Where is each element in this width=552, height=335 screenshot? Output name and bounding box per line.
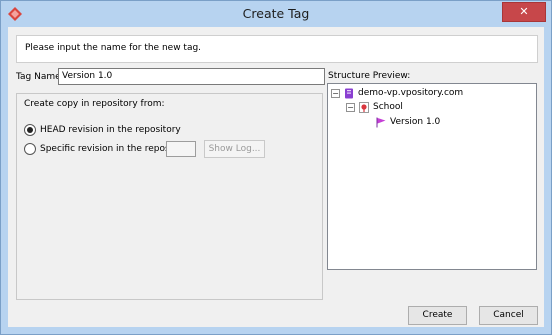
specific-revision-radio[interactable] — [24, 143, 36, 155]
instruction-text: Please input the name for the new tag. — [25, 43, 202, 53]
head-revision-label: HEAD revision in the repository — [40, 125, 181, 135]
copy-source-group: Create copy in repository from: HEAD rev… — [16, 93, 323, 300]
repository-icon — [344, 88, 354, 99]
structure-preview-label: Structure Preview: — [328, 71, 411, 81]
create-button[interactable]: Create — [408, 306, 467, 325]
structure-preview-tree[interactable]: − demo-vp.vpository.com − School Version… — [327, 83, 537, 270]
collapse-icon[interactable]: − — [346, 102, 355, 112]
cancel-button[interactable]: Cancel — [479, 306, 538, 325]
tag-name-input[interactable]: Version 1.0 — [58, 68, 325, 85]
project-icon — [359, 101, 369, 113]
tag-name-label: Tag Name: — [16, 72, 64, 82]
dialog-body: Please input the name for the new tag. T… — [8, 27, 544, 327]
tree-label-project: School — [373, 102, 403, 112]
show-log-button[interactable]: Show Log... — [204, 140, 265, 158]
title-bar[interactable]: Create Tag ✕ — [1, 1, 551, 27]
instruction-panel: Please input the name for the new tag. — [16, 35, 538, 63]
head-revision-radio[interactable] — [24, 124, 36, 136]
copy-source-group-title: Create copy in repository from: — [24, 99, 165, 109]
revision-number-input[interactable] — [166, 141, 196, 157]
tree-label-repository: demo-vp.vpository.com — [358, 88, 464, 98]
tree-node-repository[interactable]: − demo-vp.vpository.com — [331, 87, 463, 99]
create-tag-dialog: Create Tag ✕ Please input the name for t… — [0, 0, 552, 335]
collapse-icon[interactable]: − — [331, 88, 340, 98]
tree-label-tag: Version 1.0 — [390, 117, 441, 127]
tag-flag-icon — [376, 117, 386, 128]
tree-node-project[interactable]: − School — [346, 101, 403, 113]
close-button[interactable]: ✕ — [502, 2, 546, 22]
window-title: Create Tag — [242, 6, 310, 21]
tree-node-tag[interactable]: Version 1.0 — [376, 116, 440, 128]
head-revision-option[interactable]: HEAD revision in the repository — [24, 123, 181, 137]
